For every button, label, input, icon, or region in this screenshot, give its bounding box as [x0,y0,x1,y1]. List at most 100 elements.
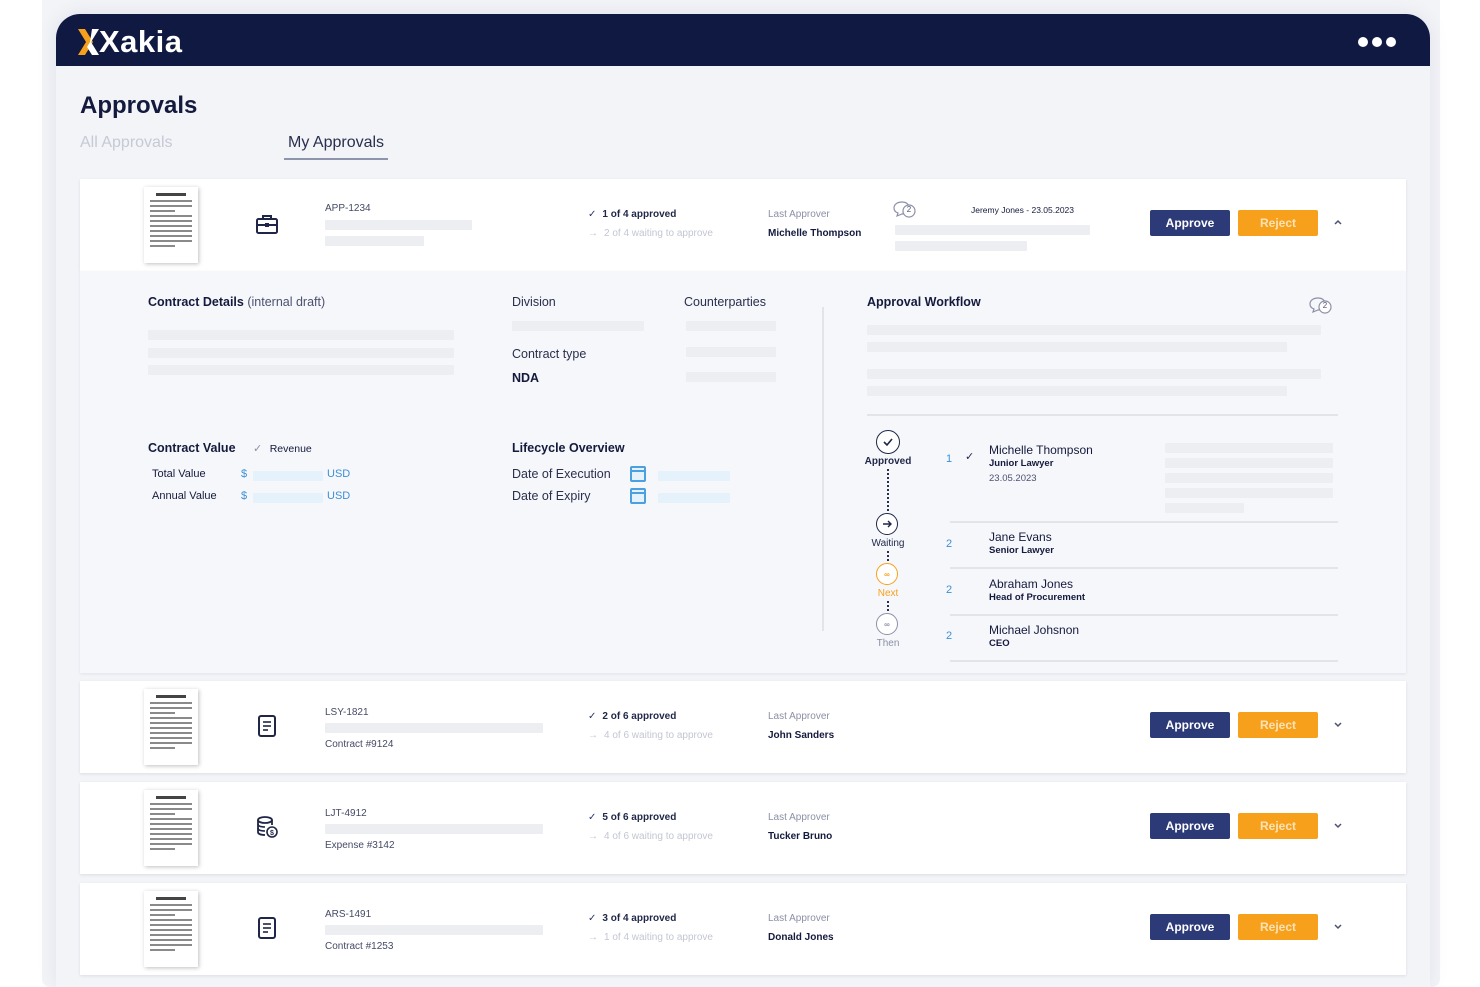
placeholder-bar [325,925,543,935]
approve-button[interactable]: Approve [1150,210,1230,236]
chevron-down-icon[interactable] [1332,717,1344,729]
placeholder-bar [686,321,776,331]
stage-label: Next [877,588,899,599]
approver-order: 2 [946,538,953,550]
logo-mark-icon [78,27,100,57]
annual-value-input[interactable] [253,493,323,503]
approval-subref: Contract #9124 [325,739,394,750]
contract-type-value: NDA [512,371,540,385]
stage-connector [887,551,889,561]
total-value-input[interactable] [253,471,323,481]
last-approver-label: Last Approver [768,913,830,924]
comment-count: 2 [1322,301,1328,310]
placeholder-bar [512,321,644,331]
approved-status: ✓ 1 of 4 approved [588,209,677,220]
stage-connector [887,469,889,511]
date-execution-input[interactable] [658,471,730,481]
contract-icon [254,713,280,739]
placeholder-bar [148,365,454,375]
waiting-status: → 1 of 4 waiting to approve [588,932,713,943]
approved-status: ✓ 5 of 6 approved [588,812,677,823]
placeholder-bar [148,348,454,358]
placeholder-bar [325,723,543,733]
approval-row[interactable]: ARS-1491 Contract #1253 ✓ 3 of 4 approved… [80,883,1406,975]
more-menu-icon[interactable] [1358,37,1396,47]
approval-row[interactable]: APP-1234 ✓ 1 of 4 approved → 2 of 4 waitin… [80,179,1406,271]
approver-name: Michael Johsnon [989,623,1080,637]
placeholder-bar [325,220,472,230]
logo-text: Xakia [99,24,183,59]
division-label: Division [512,295,556,309]
last-approver-name: John Sanders [768,730,835,741]
chevron-down-icon[interactable] [1332,818,1344,830]
approval-details-panel: Contract Details (internal draft) Divisi… [80,271,1406,673]
arrow-right-icon: → [588,228,598,239]
reject-button[interactable]: Reject [1238,210,1318,236]
chevron-up-icon[interactable] [1332,215,1344,227]
reject-button[interactable]: Reject [1238,813,1318,839]
placeholder-bar [686,372,776,382]
approval-subref: Contract #1253 [325,941,394,952]
reject-button[interactable]: Reject [1238,712,1318,738]
approver-order: 2 [946,630,953,642]
divider [867,414,1338,416]
placeholder-bar [895,241,1027,251]
document-thumbnail[interactable] [144,891,198,967]
stage-label: Then [876,638,900,649]
approver-name: Abraham Jones [989,577,1074,591]
contract-value-heading: Contract Value ✓ Revenue [148,441,312,455]
waiting-status: → 4 of 6 waiting to approve [588,831,713,842]
waiting-status: → 4 of 6 waiting to approve [588,730,713,741]
placeholder-bar [1165,458,1333,468]
approve-button[interactable]: Approve [1150,813,1230,839]
document-thumbnail[interactable] [144,689,198,765]
approver-name: Jane Evans [989,530,1052,544]
contract-details-heading: Contract Details (internal draft) [148,295,326,309]
approver-role: CEO [989,638,1010,649]
approve-button[interactable]: Approve [1150,914,1230,940]
xakia-logo[interactable]: Xakia [78,24,183,60]
placeholder-bar [867,369,1321,379]
last-approver-name: Donald Jones [768,932,834,943]
page-title: Approvals [80,92,198,119]
divider [950,521,1338,523]
contract-icon [254,915,280,941]
calendar-icon[interactable] [630,488,646,504]
approval-row[interactable]: LSY-1821 Contract #9124 ✓ 2 of 6 approved… [80,681,1406,773]
comments-icon[interactable]: 2 [1308,297,1334,315]
tab-all-approvals[interactable]: All Approvals [80,134,173,152]
arrow-right-icon: → [588,730,598,741]
placeholder-bar [686,347,776,357]
placeholder-bar [325,236,424,246]
approval-subref: Expense #3142 [325,840,395,851]
document-thumbnail[interactable] [144,187,198,263]
approval-ref: ARS-1491 [325,909,372,920]
stage-connector [887,601,889,611]
placeholder-bar [867,342,1287,352]
calendar-icon[interactable] [630,466,646,482]
approve-button[interactable]: Approve [1150,712,1230,738]
currency-symbol: $ [241,490,248,502]
check-icon: ✓ [588,913,597,924]
top-bar: Xakia [56,14,1430,66]
comment-count: 2 [906,205,912,214]
approved-status: ✓ 3 of 4 approved [588,913,677,924]
chevron-down-icon[interactable] [1332,919,1344,931]
expense-icon: $ [254,814,280,840]
tab-my-approvals[interactable]: My Approvals [284,134,389,160]
document-thumbnail[interactable] [144,790,198,866]
comments-icon[interactable]: 2 [892,201,918,219]
approver-order: 1 [946,453,953,465]
next-stage-icon: ∞ [876,563,898,585]
placeholder-bar [1165,473,1333,483]
check-icon: ✓ [588,812,597,823]
reject-button[interactable]: Reject [1238,914,1318,940]
comment-author: Jeremy Jones - 23.05.2023 [971,205,1075,215]
placeholder-bar [1165,503,1244,513]
date-expiry-input[interactable] [658,493,730,503]
currency-code: USD [327,490,351,502]
currency-code: USD [327,468,351,480]
date-execution-label: Date of Execution [512,467,611,481]
approval-row[interactable]: $ LJT-4912 Expense #3142 ✓ 5 of 6 approve… [80,782,1406,874]
waiting-stage-icon [876,513,898,535]
